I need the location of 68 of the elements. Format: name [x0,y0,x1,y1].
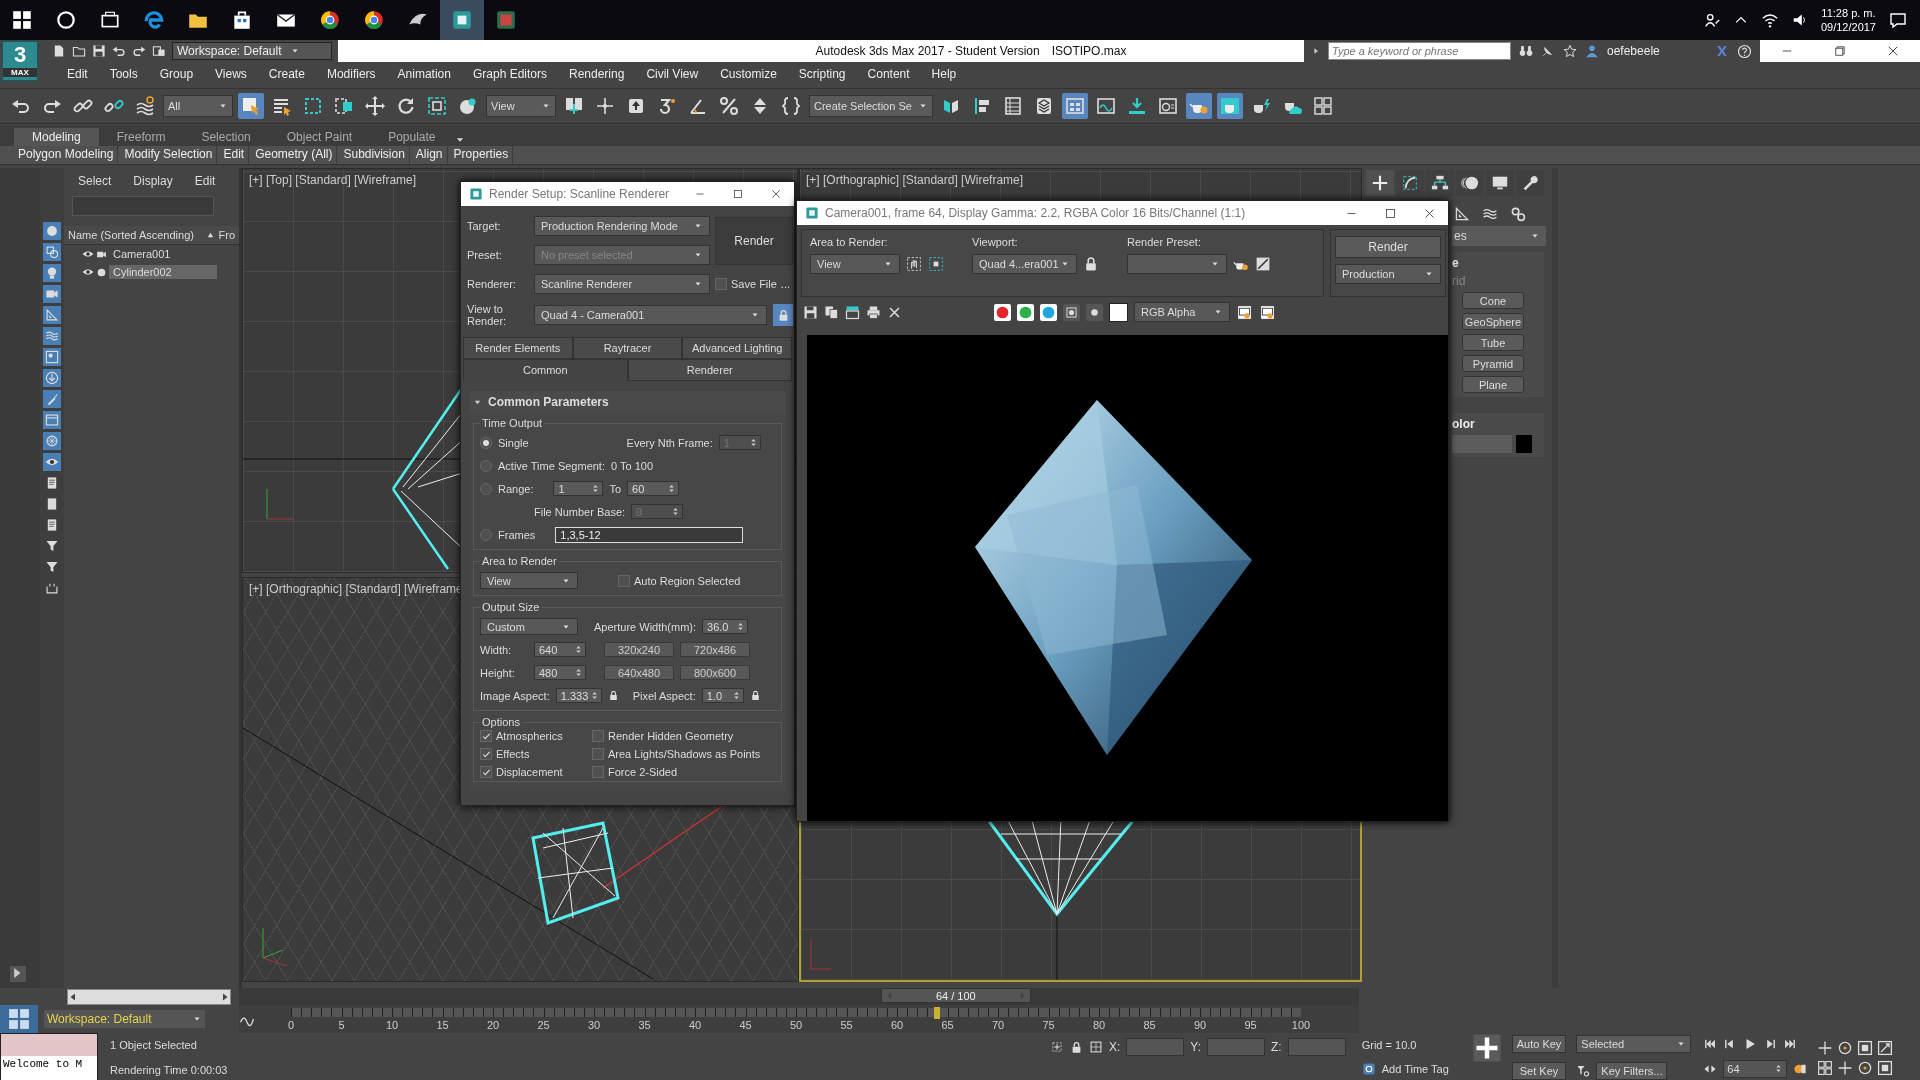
tick-label: 35 [638,1019,651,1031]
group-title: Options [481,716,521,728]
field-label: Aperture Width(mm): [594,620,697,633]
field-label: Target: [467,220,502,232]
coordinate-label: X: [1109,1040,1121,1054]
field-label: Area to Render: [810,236,889,248]
tick-label: 55 [840,1019,853,1031]
option-label: Force 2-Sided [608,766,678,778]
tick-label: 95 [1244,1019,1257,1031]
tick-label: 40 [688,1019,702,1031]
tick-label: 30 [587,1019,601,1031]
field-label: Renderer: [467,278,517,290]
tick-label: 75 [1042,1019,1055,1031]
option-label: Area Lights/Shadows as Points [608,748,761,760]
logo-number: 3 [13,42,27,68]
rollout-title: Common Parameters [488,395,609,409]
tick-label: 10 [385,1019,399,1031]
logo-text: MAX [3,68,37,77]
value-text: 0 To 100 [611,459,653,472]
grid-size: Grid = 10.0 [1361,1038,1418,1051]
tick-label: 20 [486,1019,500,1031]
coordinate-label: Y: [1190,1040,1202,1054]
option-label: Displacement [496,766,563,778]
field-label: Image Aspect: [480,689,550,702]
tick-label: 15 [436,1019,449,1031]
tick-label: 90 [1193,1019,1207,1031]
field-label: Width: [480,643,513,656]
tick-label: 65 [941,1019,954,1031]
option-label: Single [498,436,529,449]
coordinate-label: Z: [1271,1040,1282,1054]
tick-label: 0 [287,1019,295,1031]
tick-label: 70 [991,1019,1005,1031]
option-label: Frames [498,528,536,541]
tick-label: 60 [890,1019,904,1031]
status-text: 1 Object Selected [110,1039,198,1052]
window-title: Autodesk 3ds Max 2017 - Student Version [815,44,1040,58]
option-label: Atmospherics [496,730,563,742]
option-label: Effects [496,748,530,760]
option-label: Active Time Segment: [498,459,605,472]
group-title: Area to Render [481,555,558,567]
field-label: Viewport: [972,236,1019,248]
prompt-text: Rendering Time 0:00:03 [110,1063,229,1076]
window-title: Camera001, frame 64, Display Gamma: 2.2, RGBA Color 16 Bits/Channel (1:1) [825,206,1247,220]
field-label: Every Nth Frame: [626,436,713,449]
field-label: View to Render: [467,303,508,327]
option-label: Auto Region Selected [634,574,741,587]
field-label: File Number Base: [534,505,626,518]
option-label: Save File [731,278,777,290]
listener-output: Welcome to M [1,1056,97,1080]
field-label: To [609,482,622,495]
field-label: Pixel Aspect: [632,689,696,702]
tick-label: 25 [537,1019,550,1031]
file-name: ISOTIPO.max [1051,44,1127,58]
tick-label: 100 [1291,1019,1311,1031]
option-label: Render Hidden Geometry [608,730,734,742]
field-label: Preset: [467,249,503,261]
frame-counter: 64 / 100 [935,989,976,1002]
field-label: Height: [480,666,516,679]
option-label: Range: [498,482,534,495]
tick-label: 45 [739,1019,752,1031]
group-title: Time Output [481,417,544,429]
tick-label: 80 [1092,1019,1106,1031]
tick-label: 50 [789,1019,803,1031]
tick-label: 85 [1143,1019,1156,1031]
group-title: Output Size [481,601,541,613]
field-label: Render Preset: [1127,236,1202,248]
dialog-title: Render Setup: Scanline Renderer [489,187,671,201]
tick-label: 5 [338,1019,345,1031]
